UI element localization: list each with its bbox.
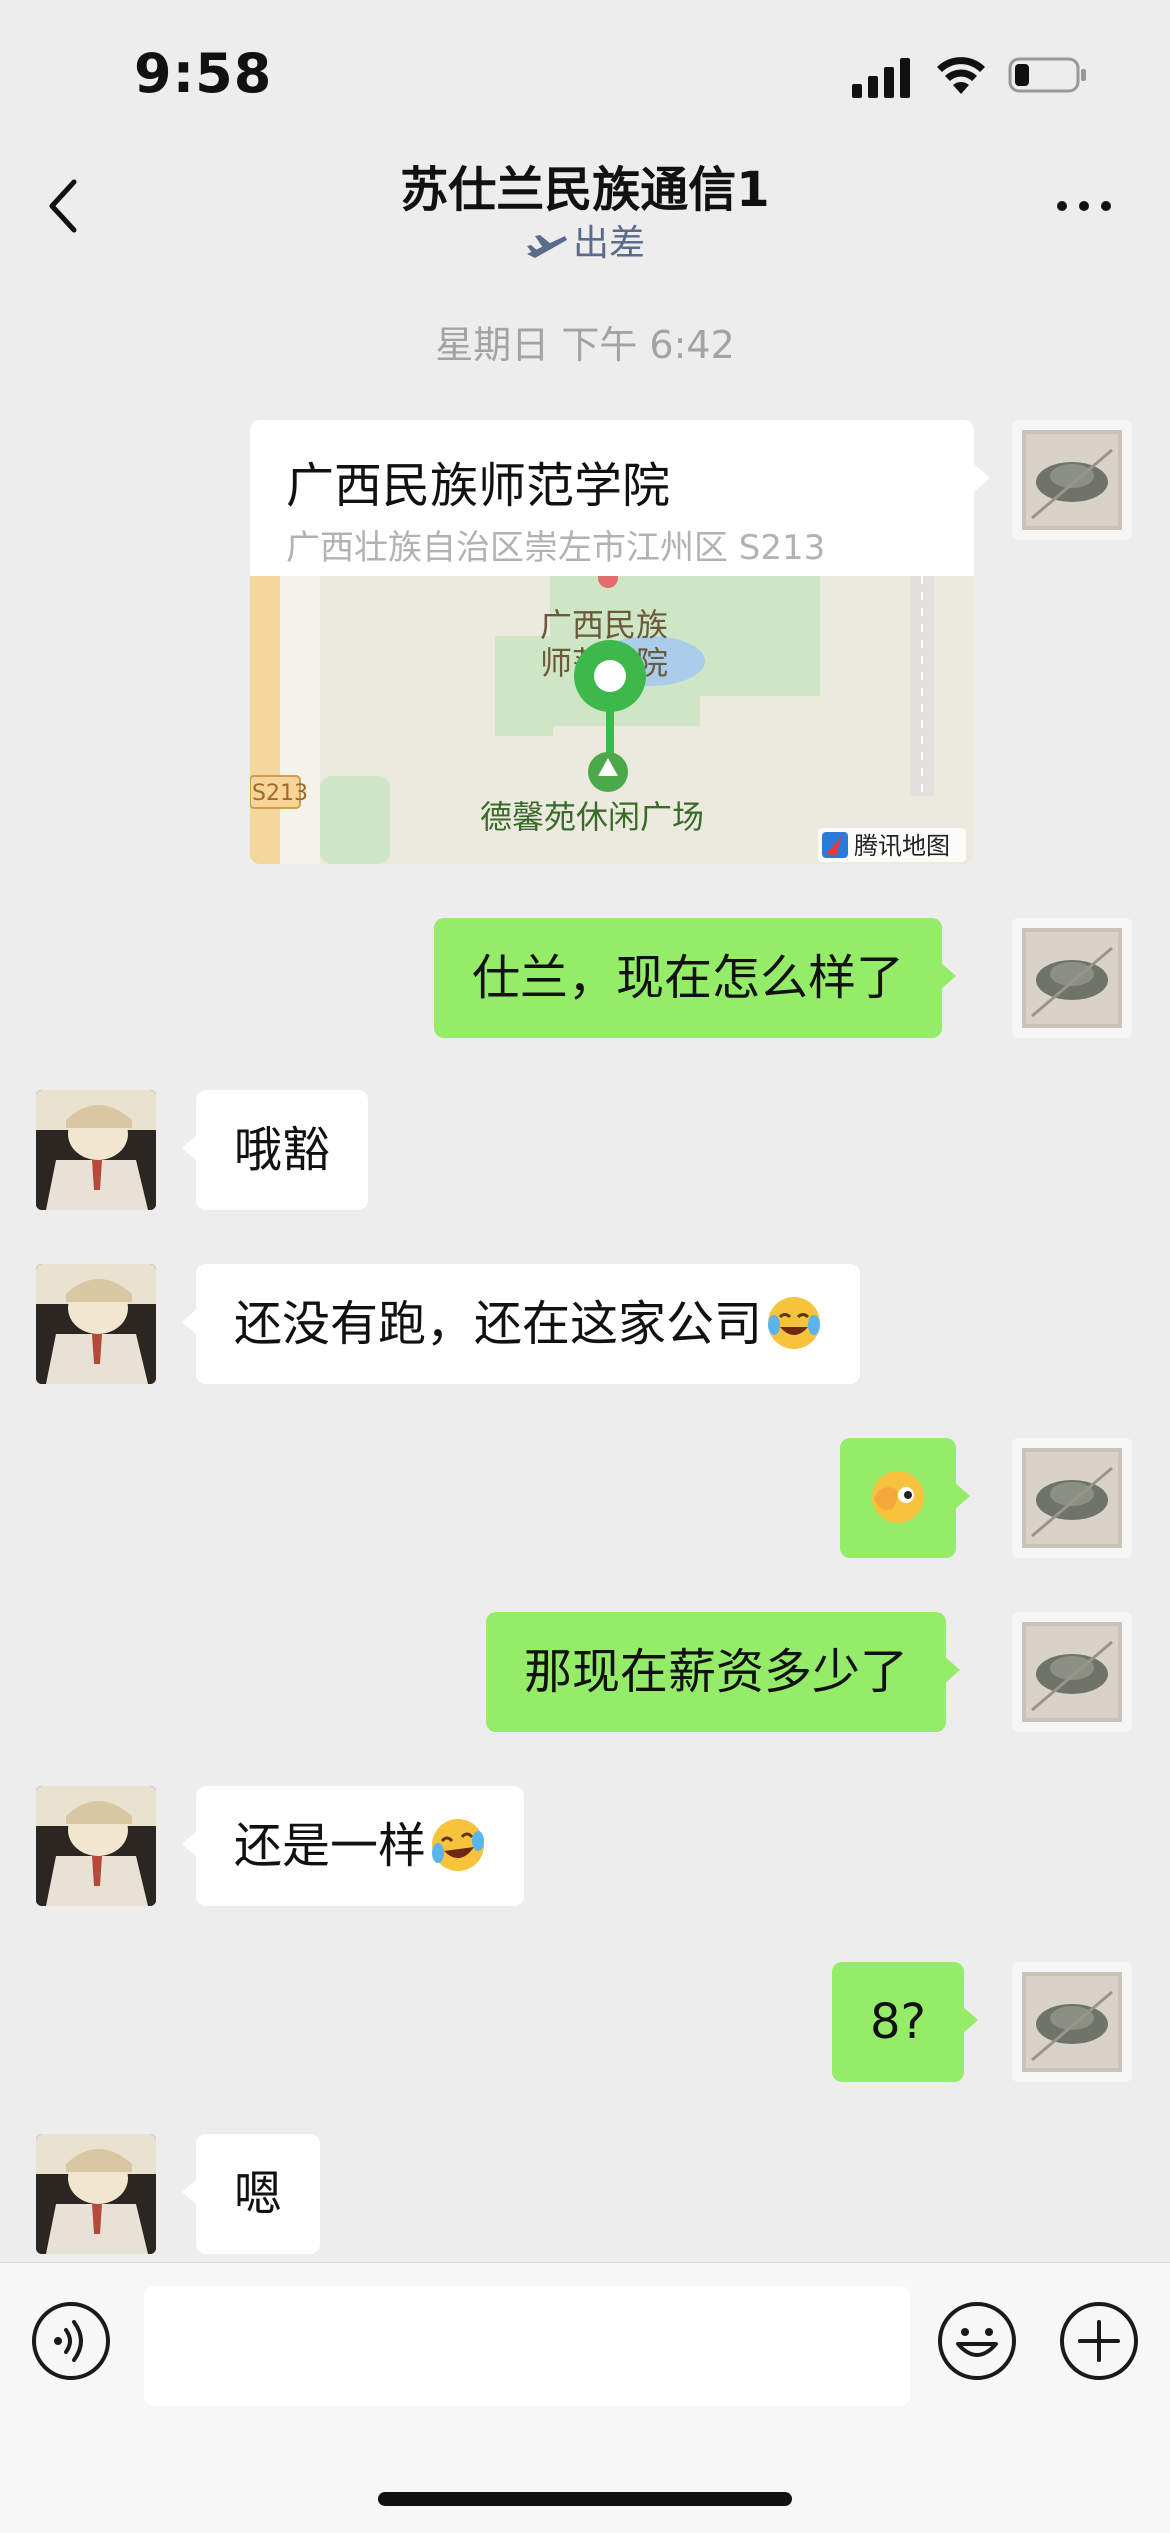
map-place-label-3: 德馨苑休闲广场 (480, 798, 704, 836)
my-avatar-image (1022, 1448, 1122, 1548)
map-place-label-1: 广西民族 (540, 606, 668, 644)
rolling-laughing-emoji-icon (432, 1819, 485, 1871)
contact-avatar[interactable] (36, 1264, 156, 1384)
contact-status-text: 出差 (572, 223, 645, 264)
message-text: 哦豁 (234, 1122, 331, 1178)
cellular-signal-icon (852, 58, 910, 98)
message-bubble-sent[interactable]: 仕兰，现在怎么样了 (434, 918, 957, 1038)
map-brand-label: 腾讯地图 (854, 832, 950, 860)
wifi-icon (937, 57, 985, 94)
message-bubble-sent[interactable] (840, 1438, 970, 1558)
chat-title: 苏仕兰民族通信1 (400, 162, 770, 218)
status-time: 9:58 (134, 42, 273, 105)
message-text: 还是一样 (234, 1818, 427, 1874)
message-bubble-sent[interactable]: 那现在薪资多少了 (486, 1612, 961, 1732)
my-avatar[interactable] (1012, 420, 1132, 540)
home-indicator[interactable] (378, 2492, 792, 2506)
contact-avatar[interactable] (36, 2134, 156, 2254)
location-map[interactable]: S213 广西民族 师范学院 德馨苑休闲广场 腾讯地图 (250, 576, 974, 864)
my-avatar-image (1022, 928, 1122, 1028)
contact-avatar[interactable] (36, 1090, 156, 1210)
more-options-icon[interactable] (1054, 196, 1114, 216)
face-palm-peek-emoji-icon (872, 1471, 924, 1523)
my-avatar[interactable] (1012, 1438, 1132, 1558)
my-avatar-image (1022, 1972, 1122, 2072)
contact-avatar[interactable] (36, 1786, 156, 1906)
map-road-label: S213 (252, 781, 308, 806)
message-bubble-received[interactable]: 嗯 (181, 2134, 321, 2254)
more-functions-plus-icon[interactable] (1058, 2300, 1140, 2382)
my-avatar[interactable] (1012, 1962, 1132, 2082)
my-avatar-image (1022, 1622, 1122, 1722)
location-card-arrow (974, 464, 990, 492)
contact-avatar-image (36, 1786, 156, 1906)
location-card[interactable]: 广西民族师范学院 广西壮族自治区崇左市江州区 S213 S213 广西民族 师范… (250, 420, 974, 864)
battery-icon (1008, 57, 1086, 93)
message-timestamp: 星期日 下午 6:42 (435, 323, 735, 367)
message-bubble-sent[interactable]: 8? (832, 1962, 979, 2082)
message-text: 还没有跑，还在这家公司 (234, 1296, 763, 1352)
my-avatar[interactable] (1012, 1612, 1132, 1732)
message-text: 8? (870, 1994, 927, 2050)
emoji-picker-icon[interactable] (936, 2300, 1018, 2382)
message-bubble-received[interactable]: 哦豁 (181, 1090, 369, 1210)
message-input[interactable] (144, 2286, 910, 2406)
contact-avatar-image (36, 1090, 156, 1210)
tears-of-joy-emoji-icon (768, 1297, 821, 1349)
airplane-icon (526, 235, 567, 258)
message-bubble-received[interactable]: 还是一样 (181, 1786, 525, 1906)
message-bubble-received[interactable]: 还没有跑，还在这家公司 (181, 1264, 861, 1384)
contact-status: 出差 (0, 214, 1170, 266)
location-address: 广西壮族自治区崇左市江州区 S213 (286, 528, 826, 568)
message-text: 那现在薪资多少了 (524, 1644, 909, 1700)
my-avatar[interactable] (1012, 918, 1132, 1038)
contact-avatar-image (36, 1264, 156, 1384)
contact-avatar-image (36, 2134, 156, 2254)
location-title: 广西民族师范学院 (286, 458, 671, 514)
voice-input-icon[interactable] (30, 2300, 112, 2382)
message-text: 仕兰，现在怎么样了 (472, 950, 905, 1006)
my-avatar-image (1022, 430, 1122, 530)
status-bar: 9:58 (0, 0, 1170, 150)
message-text: 嗯 (234, 2166, 283, 2222)
